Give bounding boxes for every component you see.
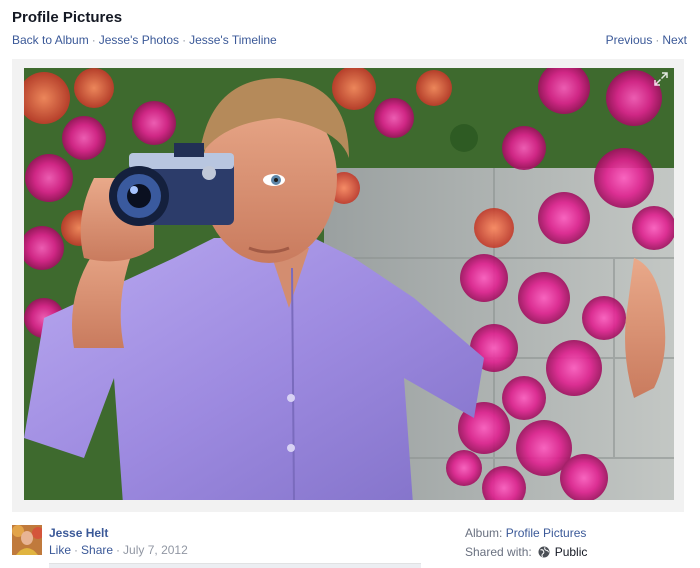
breadcrumb: Back to Album · Jesse's Photos · Jesse's Tim… xyxy=(12,33,277,47)
album-info: Album: Profile Pictures xyxy=(465,526,586,540)
expand-icon[interactable] xyxy=(654,72,668,86)
pager-separator: · xyxy=(655,33,660,47)
back-to-album-link[interactable]: Back to Album xyxy=(12,33,89,47)
comment-box[interactable] xyxy=(49,563,421,568)
meta-separator: · xyxy=(74,543,79,557)
photo-stage xyxy=(12,59,684,512)
meta-separator: · xyxy=(116,543,121,557)
previous-link[interactable]: Previous xyxy=(606,33,653,47)
photo-pager: Previous · Next xyxy=(606,33,687,47)
share-link[interactable]: Share xyxy=(81,543,113,557)
privacy-value[interactable]: Public xyxy=(555,545,588,559)
privacy-info: Shared with: Public xyxy=(465,545,587,559)
album-name-link[interactable]: Profile Pictures xyxy=(506,526,587,540)
jesse-timeline-link[interactable]: Jesse's Timeline xyxy=(189,33,277,47)
page-title: Profile Pictures xyxy=(12,9,123,26)
globe-icon xyxy=(538,546,550,558)
like-link[interactable]: Like xyxy=(49,543,71,557)
author-name-link[interactable]: Jesse Helt xyxy=(49,526,108,540)
next-link[interactable]: Next xyxy=(662,33,687,47)
post-meta: Like · Share · July 7, 2012 xyxy=(49,543,188,557)
album-label: Album: xyxy=(465,526,503,540)
post-date[interactable]: July 7, 2012 xyxy=(123,543,188,557)
breadcrumb-separator: · xyxy=(91,33,96,47)
profile-photo[interactable] xyxy=(24,68,674,500)
avatar[interactable] xyxy=(12,525,42,555)
breadcrumb-separator: · xyxy=(182,33,187,47)
shared-with-label: Shared with: xyxy=(465,545,532,559)
jesse-photos-link[interactable]: Jesse's Photos xyxy=(99,33,179,47)
